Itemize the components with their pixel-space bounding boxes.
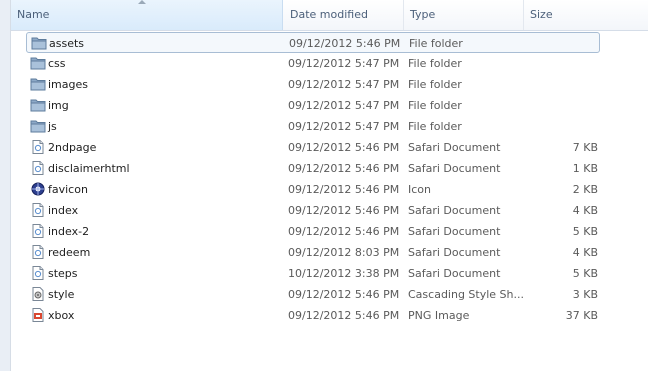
file-size: 5 KB [572, 267, 598, 280]
document-icon [30, 245, 46, 259]
file-size: 2 KB [572, 183, 598, 196]
file-size: 4 KB [572, 204, 598, 217]
file-type: Icon [408, 183, 431, 196]
file-size: 7 KB [572, 141, 598, 154]
file-date-modified: 09/12/2012 5:47 PM [288, 120, 400, 133]
file-size: 37 KB [565, 309, 598, 322]
file-row[interactable]: img 09/12/2012 5:47 PM File folder [26, 95, 600, 116]
file-name: css [48, 57, 66, 70]
file-date-modified: 09/12/2012 5:46 PM [288, 162, 400, 175]
column-header-name[interactable]: Name [11, 0, 283, 30]
file-date-modified: 09/12/2012 5:46 PM [288, 183, 400, 196]
file-date-modified: 09/12/2012 5:47 PM [288, 78, 400, 91]
file-name: favicon [48, 183, 88, 196]
file-name: disclaimerhtml [48, 162, 130, 175]
folder-icon [30, 119, 46, 133]
file-row[interactable]: favicon 09/12/2012 5:46 PM Icon 2 KB [26, 179, 600, 200]
file-row[interactable]: css 09/12/2012 5:47 PM File folder [26, 53, 600, 74]
folder-icon [30, 98, 46, 112]
document-icon [30, 161, 46, 175]
file-type: Safari Document [408, 225, 501, 238]
file-name: redeem [48, 246, 91, 259]
file-name: index-2 [48, 225, 90, 238]
file-row[interactable]: images 09/12/2012 5:47 PM File folder [26, 74, 600, 95]
file-name: img [48, 99, 69, 112]
file-date-modified: 09/12/2012 5:47 PM [288, 99, 400, 112]
sort-ascending-icon [138, 0, 146, 4]
file-name: steps [48, 267, 78, 280]
file-type: Safari Document [408, 246, 501, 259]
column-header-type[interactable]: Type [404, 0, 524, 30]
file-date-modified: 09/12/2012 5:46 PM [288, 288, 400, 301]
image-icon [30, 308, 46, 322]
file-type: Safari Document [408, 141, 501, 154]
document-icon [30, 224, 46, 238]
file-row[interactable]: disclaimerhtml 09/12/2012 5:46 PM Safari D… [26, 158, 600, 179]
file-size: 5 KB [572, 225, 598, 238]
folder-icon [31, 36, 47, 50]
file-date-modified: 09/12/2012 5:46 PM [289, 37, 401, 50]
file-row[interactable]: assets 09/12/2012 5:46 PM File folder [26, 32, 600, 53]
column-header-name-label: Name [17, 8, 50, 21]
file-date-modified: 09/12/2012 8:03 PM [288, 246, 400, 259]
file-date-modified: 09/12/2012 5:46 PM [288, 225, 400, 238]
file-name: 2ndpage [48, 141, 97, 154]
document-icon [30, 266, 46, 280]
file-row[interactable]: steps 10/12/2012 3:38 PM Safari Document 5 … [26, 263, 600, 284]
file-row[interactable]: index 09/12/2012 5:46 PM Safari Document 4 … [26, 200, 600, 221]
document-icon [30, 203, 46, 217]
file-date-modified: 10/12/2012 3:38 PM [288, 267, 400, 280]
left-pane-edge [0, 0, 11, 371]
file-name: index [48, 204, 79, 217]
file-date-modified: 09/12/2012 5:46 PM [288, 204, 400, 217]
favicon-icon [30, 182, 46, 196]
file-size: 3 KB [572, 288, 598, 301]
file-row[interactable]: index-2 09/12/2012 5:46 PM Safari Document… [26, 221, 600, 242]
column-header-size[interactable]: Size [524, 0, 648, 30]
file-type: Cascading Style Sh... [408, 288, 524, 301]
file-row[interactable]: js 09/12/2012 5:47 PM File folder [26, 116, 600, 137]
file-type: File folder [408, 99, 462, 112]
file-row[interactable]: xbox 09/12/2012 5:46 PM PNG Image 37 KB [26, 305, 600, 326]
column-header-date-modified[interactable]: Date modified [284, 0, 404, 30]
stylesheet-icon [30, 287, 46, 301]
file-type: Safari Document [408, 267, 501, 280]
file-size: 1 KB [572, 162, 598, 175]
file-type: PNG Image [408, 309, 470, 322]
file-name: js [48, 120, 57, 133]
file-name: images [48, 78, 88, 91]
file-row[interactable]: redeem 09/12/2012 8:03 PM Safari Document 4… [26, 242, 600, 263]
file-name: style [48, 288, 75, 301]
file-name: assets [49, 37, 85, 50]
column-header-size-label: Size [530, 8, 553, 21]
column-header-bar: Name Date modified Type Size [11, 0, 648, 31]
file-type: File folder [408, 78, 462, 91]
file-type: File folder [408, 57, 462, 70]
document-icon [30, 140, 46, 154]
file-type: Safari Document [408, 162, 501, 175]
column-header-type-label: Type [410, 8, 436, 21]
file-type: Safari Document [408, 204, 501, 217]
folder-icon [30, 77, 46, 91]
file-date-modified: 09/12/2012 5:46 PM [288, 141, 400, 154]
file-date-modified: 09/12/2012 5:47 PM [288, 57, 400, 70]
file-date-modified: 09/12/2012 5:46 PM [288, 309, 400, 322]
file-row[interactable]: style 09/12/2012 5:46 PM Cascading Style S… [26, 284, 600, 305]
column-header-date-label: Date modified [290, 8, 368, 21]
file-name: xbox [48, 309, 75, 322]
file-list: assets 09/12/2012 5:46 PM File folder css 09… [26, 32, 600, 326]
file-size: 4 KB [572, 246, 598, 259]
file-type: File folder [408, 120, 462, 133]
folder-icon [30, 56, 46, 70]
file-row[interactable]: 2ndpage 09/12/2012 5:46 PM Safari Document… [26, 137, 600, 158]
file-type: File folder [409, 37, 463, 50]
